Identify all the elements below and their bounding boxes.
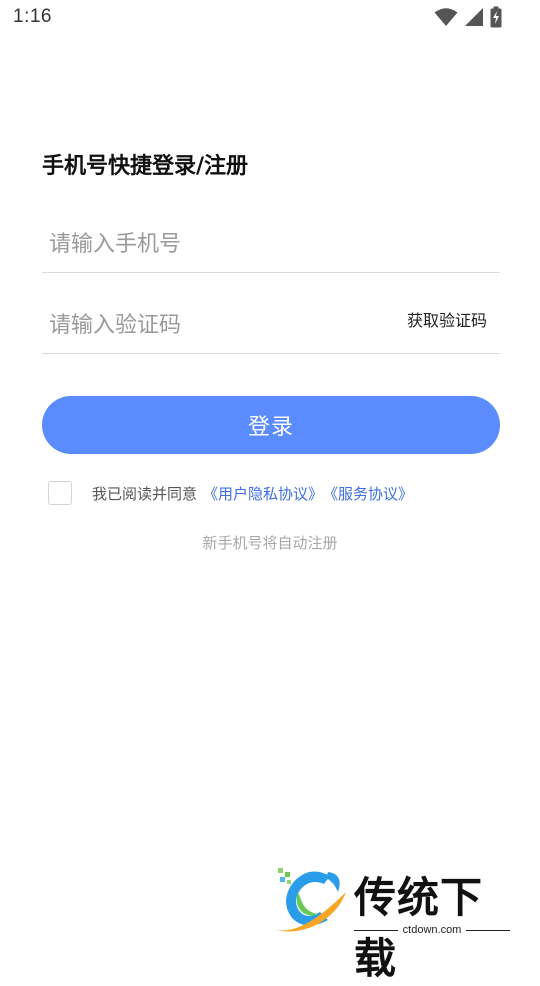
watermark-domain: ctdown.com [354, 923, 510, 937]
agree-text: 我已阅读并同意 [92, 484, 198, 503]
privacy-policy-link[interactable]: 《用户隐私协议》 [203, 483, 323, 504]
cell-signal-icon [464, 7, 484, 27]
service-agreement-link[interactable]: 《服务协议》 [323, 483, 413, 504]
phone-input[interactable] [42, 224, 379, 264]
wifi-icon [434, 7, 458, 27]
status-bar: 1:16 [0, 0, 540, 36]
watermark-domain-text: ctdown.com [402, 924, 462, 936]
login-button[interactable]: 登录 [42, 396, 500, 454]
get-code-button[interactable]: 获取验证码 [407, 307, 487, 331]
code-field: 获取验证码 [42, 305, 500, 354]
status-icons [434, 6, 502, 28]
code-input[interactable] [42, 305, 379, 345]
battery-charging-icon [490, 6, 502, 28]
page-title: 手机号快捷登录/注册 [42, 154, 249, 179]
watermark-logo-icon [272, 868, 346, 932]
agreement-row: 我已阅读并同意 《用户隐私协议》 《服务协议》 [48, 480, 413, 506]
agree-checkbox[interactable] [48, 481, 72, 505]
status-time: 1:16 [13, 6, 52, 27]
auto-register-note: 新手机号将自动注册 [202, 534, 338, 552]
phone-field [42, 224, 500, 273]
watermark: 传统下载 ctdown.com [268, 862, 518, 983]
